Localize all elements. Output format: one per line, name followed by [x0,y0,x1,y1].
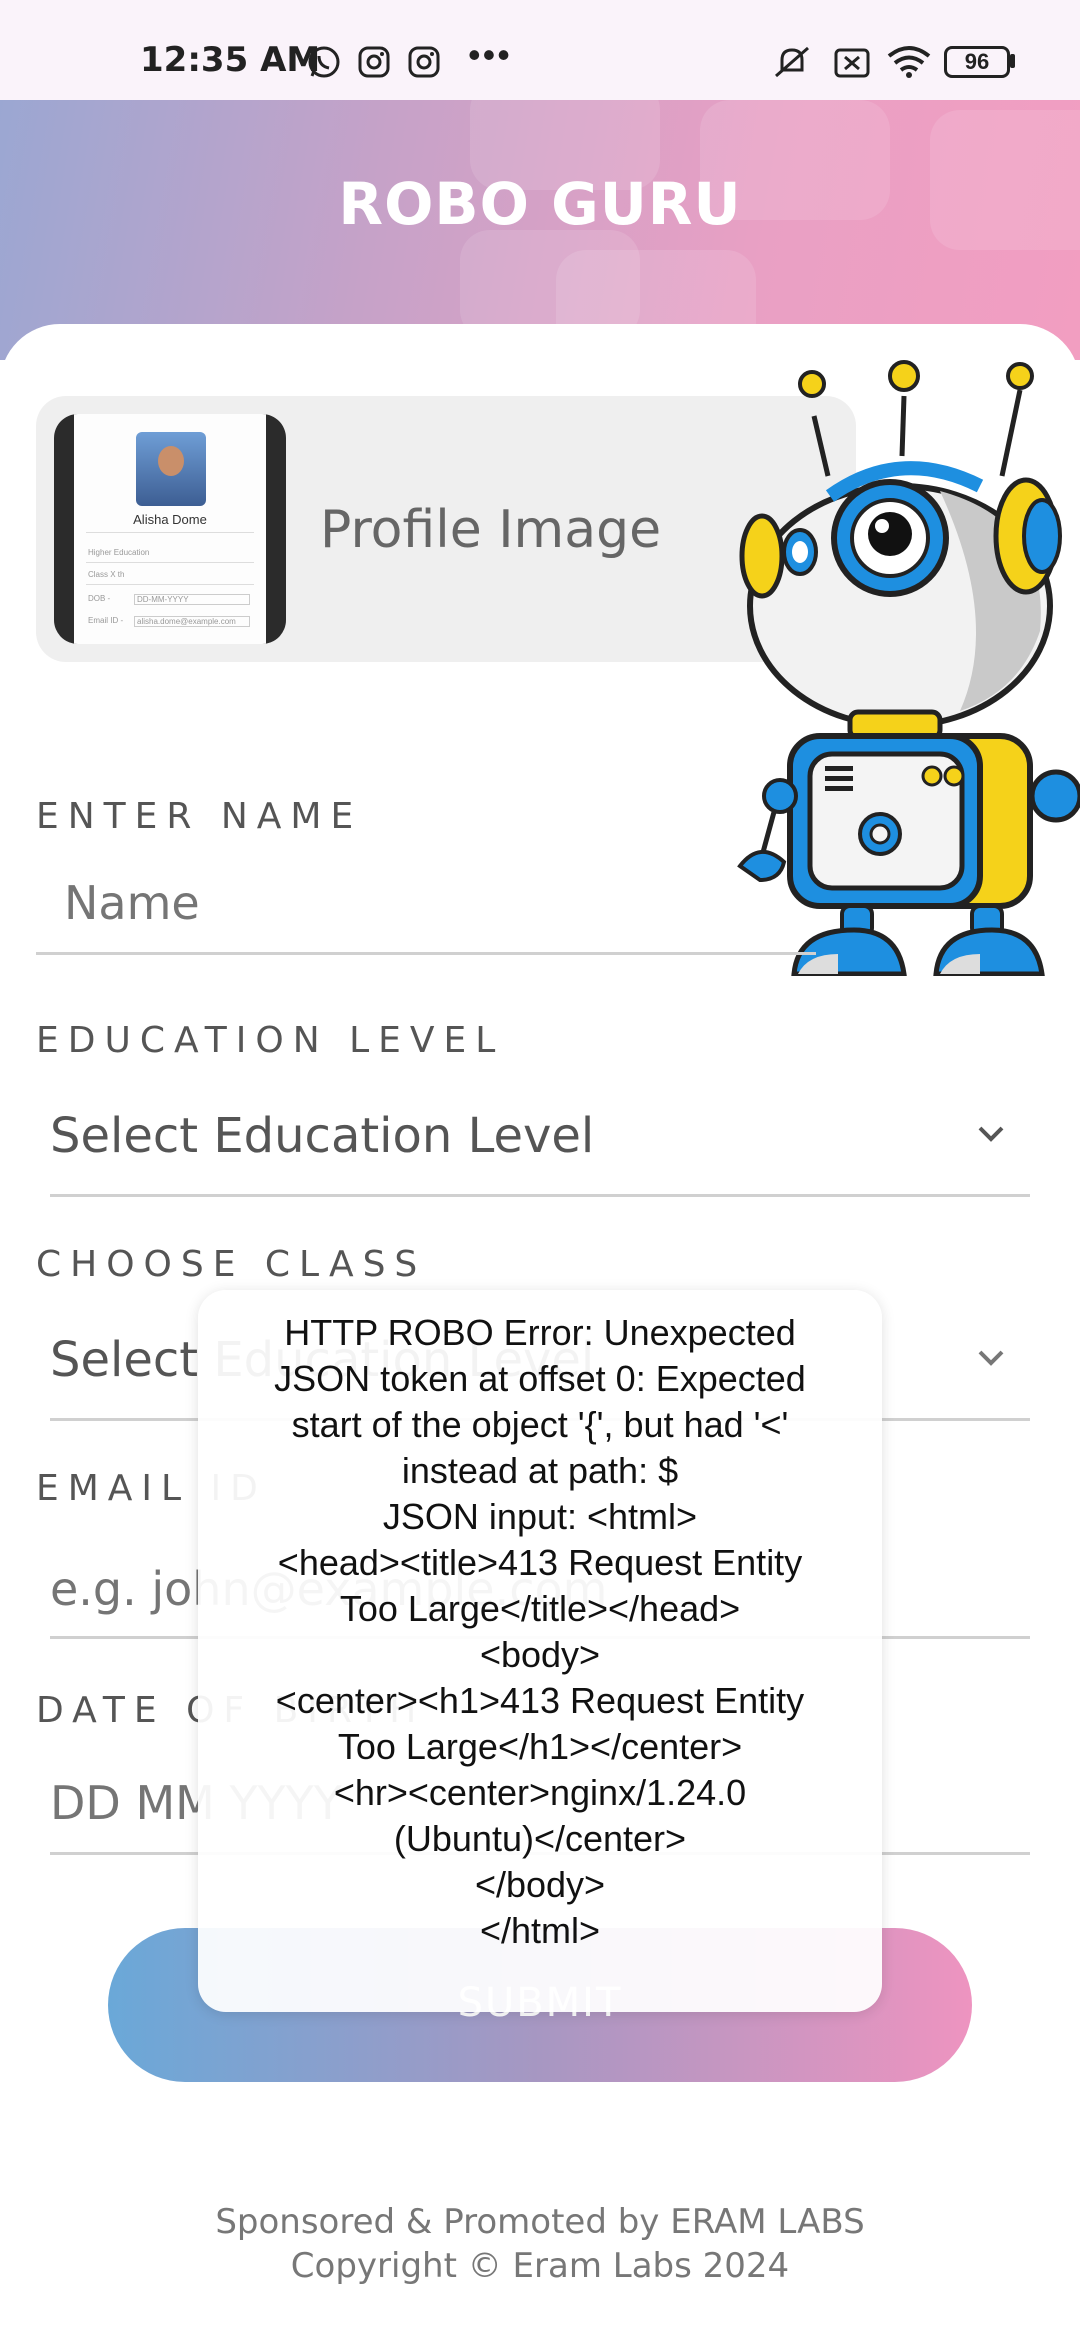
education-underline [50,1194,1030,1197]
mute-icon [775,46,809,78]
chevron-down-icon [978,1350,1004,1366]
toast-line: <center><h1>413 Request Entity [275,1680,805,1721]
error-toast: HTTP ROBO Error: Unexpected JSON token a… [198,1290,882,2012]
toast-line: JSON token at offset 0: Expected [274,1358,806,1399]
name-input[interactable] [64,870,764,936]
divider [86,562,254,563]
toast-line: instead at path: $ [401,1450,679,1491]
status-bar: 12:35 AM ••• 96 [0,0,1080,100]
toast-line: <body> [479,1634,601,1675]
whatsapp-icon [308,46,340,78]
toast-line: <head><title>413 Request Entity [277,1542,803,1583]
thumbnail-text: alisha.dome@example.com [134,616,250,627]
toast-line: Too Large</title></head> [339,1588,741,1629]
education-level-select[interactable]: Select Education Level [50,1100,1030,1200]
name-underline [36,952,816,955]
battery-icon: 96 [944,46,1010,78]
more-dots-icon: ••• [468,34,512,75]
sponsor-text: Sponsored & Promoted by ERAM LABS [215,2202,865,2242]
thumbnail-preview: Alisha Dome Higher Education Class X th … [74,414,266,644]
profile-image-label: Profile Image [320,500,662,560]
wifi-icon [887,46,931,78]
thumbnail-text: Email ID - [88,616,124,625]
toast-line: Too Large</h1></center> [337,1726,743,1767]
battery-level: 96 [964,49,990,74]
toast-line: start of the object '{', but had '<' [291,1404,789,1445]
toast-line: (Ubuntu)</center> [393,1818,687,1859]
toast-line: JSON input: <html> [382,1496,698,1537]
robot-mascot [737,360,1080,976]
toast-line: <hr><center>nginx/1.24.0 [333,1772,747,1813]
copyright-text: Copyright © Eram Labs 2024 [290,2246,790,2286]
instagram-icon [408,46,440,78]
toast-line: </body> [474,1864,606,1905]
avatar [136,432,206,506]
thumbnail-text: DOB - [88,594,111,603]
divider [86,584,254,585]
thumbnail-text: Class X th [88,570,125,579]
education-level-value: Select Education Level [50,1108,595,1164]
instagram-icon [358,46,390,78]
choose-class-label: CHOOSE CLASS [36,1244,427,1285]
toast-line: </html> [479,1910,601,1951]
thumbnail-name: Alisha Dome [133,512,207,527]
name-label: ENTER NAME [36,796,363,837]
status-time: 12:35 AM [140,40,321,80]
chevron-down-icon [978,1126,1004,1142]
battery-tip [1010,54,1015,68]
avatar-face [158,446,184,476]
profile-thumbnail[interactable]: Alisha Dome Higher Education Class X th … [54,414,286,644]
toast-line: HTTP ROBO Error: Unexpected [284,1312,796,1353]
thumbnail-text: Higher Education [88,548,150,557]
app-title: ROBO GURU [338,170,742,238]
sim-off-icon [834,48,870,78]
divider [86,532,254,533]
education-level-label: EDUCATION LEVEL [36,1020,505,1061]
thumbnail-text: DD-MM-YYYY [134,594,250,605]
